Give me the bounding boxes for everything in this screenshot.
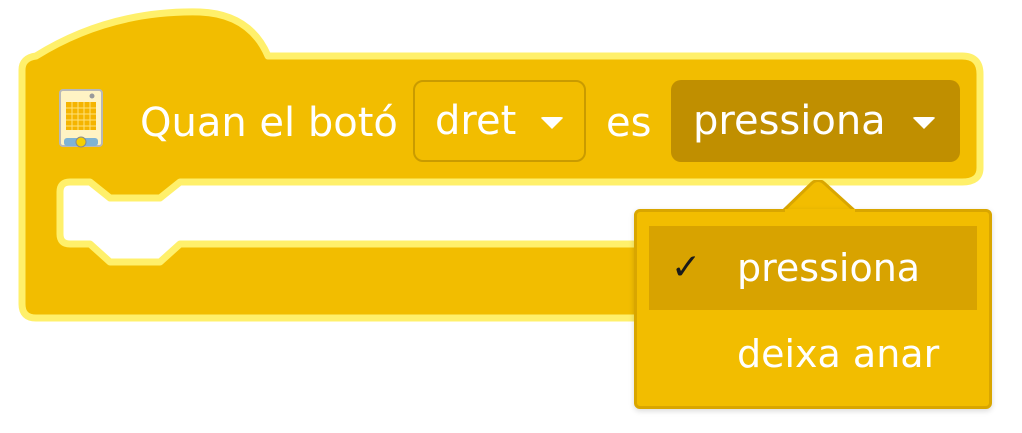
- button-side-dropdown[interactable]: dret: [413, 80, 586, 162]
- microbit-board-icon: [59, 89, 103, 148]
- button-state-dropdown[interactable]: pressiona: [671, 80, 960, 162]
- checkmark-icon: ✓: [671, 247, 702, 288]
- menu-item-pressiona[interactable]: ✓ pressiona: [649, 226, 977, 310]
- menu-pointer-seam: [785, 209, 855, 213]
- dropdown-menu: ✓ pressiona deixa anar: [634, 209, 992, 409]
- button-side-value: dret: [435, 98, 517, 144]
- connector-label: es: [606, 100, 652, 146]
- block-workspace: Quan el botó dret es pressiona ✓ pressio…: [0, 0, 1022, 433]
- button-state-value: pressiona: [693, 98, 886, 144]
- menu-item-deixa-anar[interactable]: deixa anar: [649, 312, 977, 396]
- chevron-down-icon: [911, 117, 936, 129]
- menu-item-label: pressiona: [737, 246, 921, 290]
- chevron-down-icon: [540, 117, 565, 129]
- menu-item-label: deixa anar: [737, 332, 940, 376]
- event-label: Quan el botó: [140, 100, 398, 146]
